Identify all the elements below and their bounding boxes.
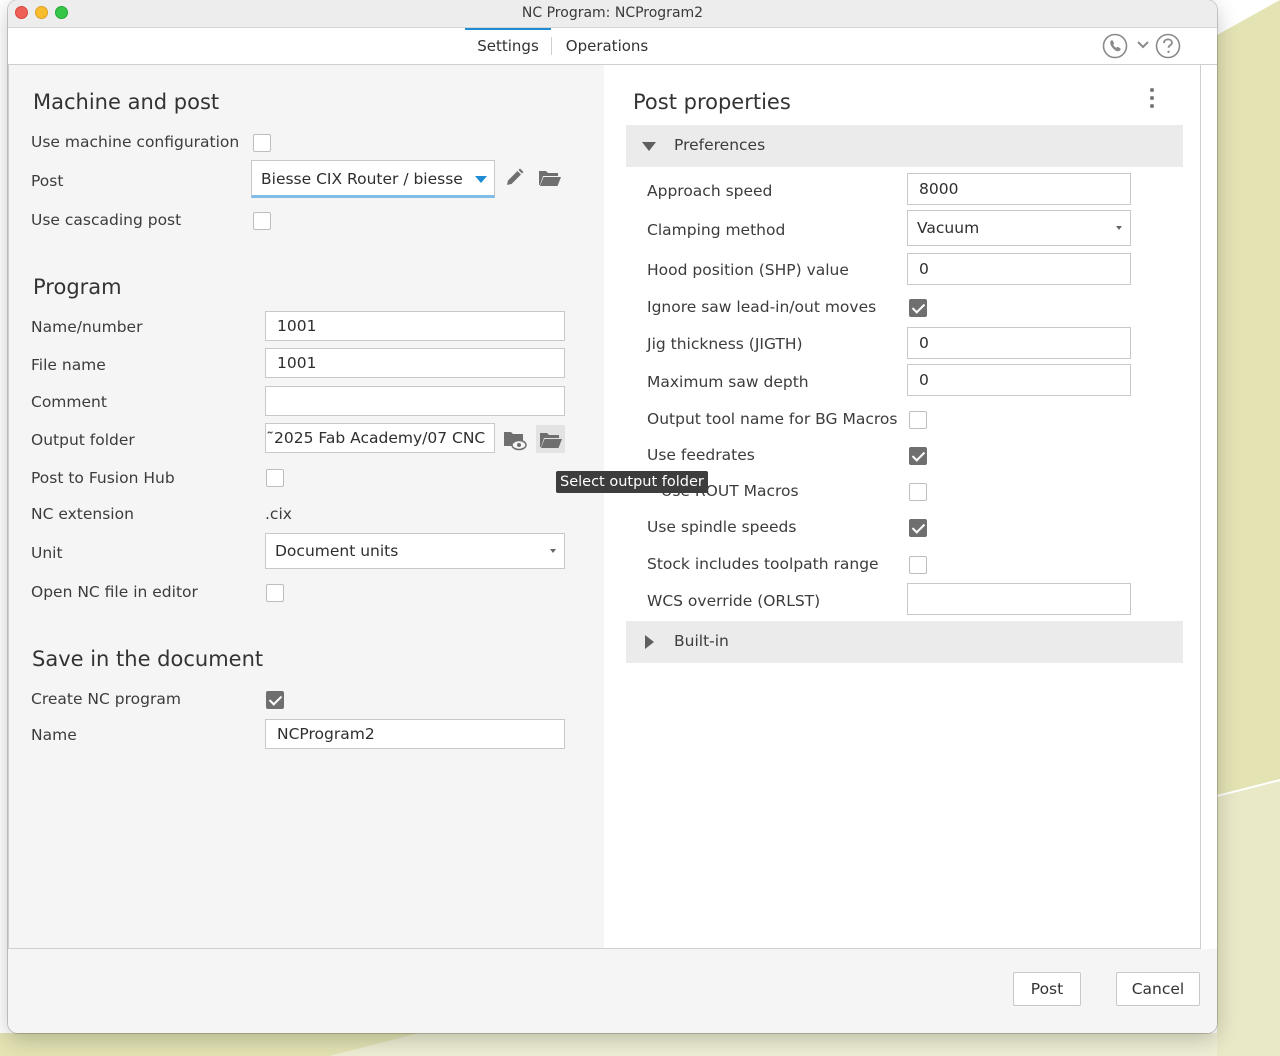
machine-post-title: Machine and post — [33, 90, 220, 114]
title-bar: NC Program: NCProgram2 — [8, 0, 1217, 28]
post-select[interactable]: Biesse CIX Router / biesse — [251, 160, 495, 198]
preferences-group-header[interactable]: Preferences — [626, 125, 1183, 167]
use-rout-macros-checkbox[interactable] — [909, 483, 927, 501]
window-title: NC Program: NCProgram2 — [521, 5, 704, 21]
tab-operations[interactable]: Operations — [560, 28, 654, 63]
use-machine-config-checkbox[interactable] — [253, 134, 271, 152]
hood-position-input[interactable]: 0 — [907, 253, 1131, 285]
open-in-editor-label: Open NC file in editor — [31, 583, 198, 601]
program-title: Program — [33, 275, 122, 299]
file-name-label: File name — [31, 356, 106, 374]
unit-select[interactable]: Document units — [265, 533, 565, 569]
panel-border-left — [8, 65, 9, 949]
unit-label: Unit — [31, 544, 63, 562]
help-icon[interactable] — [1154, 33, 1182, 59]
jig-thickness-input[interactable]: 0 — [907, 327, 1131, 359]
clamping-dropdown-caret-icon — [1116, 226, 1122, 230]
save-in-document-title: Save in the document — [32, 647, 264, 671]
wcs-override-input[interactable] — [907, 583, 1131, 615]
stock-includes-checkbox[interactable] — [909, 556, 927, 574]
program-name-input[interactable]: NCProgram2 — [265, 719, 565, 749]
use-spindle-speeds-label: Use spindle speeds — [647, 518, 797, 536]
file-name-input[interactable]: 1001 — [265, 348, 565, 378]
hood-position-label: Hood position (SHP) value — [647, 261, 849, 279]
post-dropdown-caret-icon — [475, 176, 487, 183]
approach-speed-label: Approach speed — [647, 182, 773, 200]
panel-border-right — [1200, 65, 1201, 949]
output-folder-label: Output folder — [31, 431, 135, 449]
post-properties-title: Post properties — [633, 90, 791, 114]
use-spindle-speeds-checkbox[interactable] — [909, 519, 927, 537]
stock-includes-label: Stock includes toolpath range — [647, 555, 879, 573]
more-options-icon[interactable] — [1150, 88, 1154, 112]
create-nc-program-label: Create NC program — [31, 690, 181, 708]
name-number-label: Name/number — [31, 318, 143, 336]
output-tool-name-checkbox[interactable] — [909, 411, 927, 429]
nc-extension-label: NC extension — [31, 505, 134, 523]
clamping-method-select[interactable]: Vacuum — [907, 210, 1131, 246]
clamping-method-label: Clamping method — [647, 221, 786, 239]
unit-select-value: Document units — [275, 542, 399, 560]
jig-thickness-label: Jig thickness (JIGTH) — [647, 335, 803, 353]
output-folder-input[interactable]: ̃2025 Fab Academy/07 CNC — [265, 423, 495, 453]
use-feedrates-label: Use feedrates — [647, 446, 755, 464]
output-tool-name-label: Output tool name for BG Macros — [647, 410, 898, 428]
comment-input[interactable] — [265, 386, 565, 416]
use-cascading-post-label: Use cascading post — [31, 211, 182, 229]
max-saw-depth-input[interactable]: 0 — [907, 364, 1131, 396]
nc-program-dialog: NC Program: NCProgram2 Settings Operatio… — [8, 0, 1217, 1033]
nc-extension-value: .cix — [265, 505, 292, 523]
phone-support-icon[interactable] — [1102, 33, 1130, 59]
program-name-label: Name — [31, 726, 77, 744]
post-select-value: Biesse CIX Router / biesse — [261, 170, 463, 188]
open-in-editor-checkbox[interactable] — [266, 584, 284, 602]
clamping-method-value: Vacuum — [917, 219, 980, 237]
browse-post-folder-icon[interactable] — [538, 168, 562, 188]
use-machine-config-label: Use machine configuration — [31, 133, 240, 151]
max-saw-depth-label: Maximum saw depth — [647, 373, 809, 391]
chevron-down-icon[interactable] — [1136, 38, 1150, 52]
tab-bar: Settings Operations — [8, 28, 1217, 65]
comment-label: Comment — [31, 393, 107, 411]
post-button[interactable]: Post — [1013, 972, 1081, 1006]
edit-post-pencil-icon[interactable] — [503, 167, 525, 189]
wcs-override-label: WCS override (ORLST) — [647, 592, 821, 610]
view-output-folder-icon[interactable] — [503, 429, 527, 451]
select-output-folder-button[interactable] — [536, 425, 565, 453]
select-output-folder-tooltip: Select output folder — [556, 471, 708, 493]
post-label: Post — [31, 172, 64, 190]
cancel-button[interactable]: Cancel — [1116, 972, 1200, 1006]
name-number-input[interactable]: 1001 — [265, 311, 565, 341]
tab-separator — [551, 37, 552, 55]
post-to-hub-checkbox[interactable] — [266, 469, 284, 487]
use-cascading-post-checkbox[interactable] — [253, 212, 271, 230]
ignore-saw-label: Ignore saw lead-in/out moves — [647, 298, 877, 316]
use-feedrates-checkbox[interactable] — [909, 447, 927, 465]
unit-dropdown-caret-icon — [550, 549, 556, 553]
collapse-triangle-icon — [642, 142, 656, 151]
post-to-hub-label: Post to Fusion Hub — [31, 469, 175, 487]
approach-speed-input[interactable]: 8000 — [907, 173, 1131, 205]
builtin-group-header[interactable]: Built-in — [626, 621, 1183, 663]
select-output-folder-icon — [540, 433, 562, 448]
preferences-label: Preferences — [674, 136, 766, 154]
builtin-label: Built-in — [674, 632, 729, 650]
ignore-saw-checkbox[interactable] — [909, 299, 927, 317]
tab-settings[interactable]: Settings — [465, 28, 551, 63]
expand-triangle-icon — [645, 635, 654, 649]
create-nc-program-checkbox[interactable] — [266, 691, 284, 709]
